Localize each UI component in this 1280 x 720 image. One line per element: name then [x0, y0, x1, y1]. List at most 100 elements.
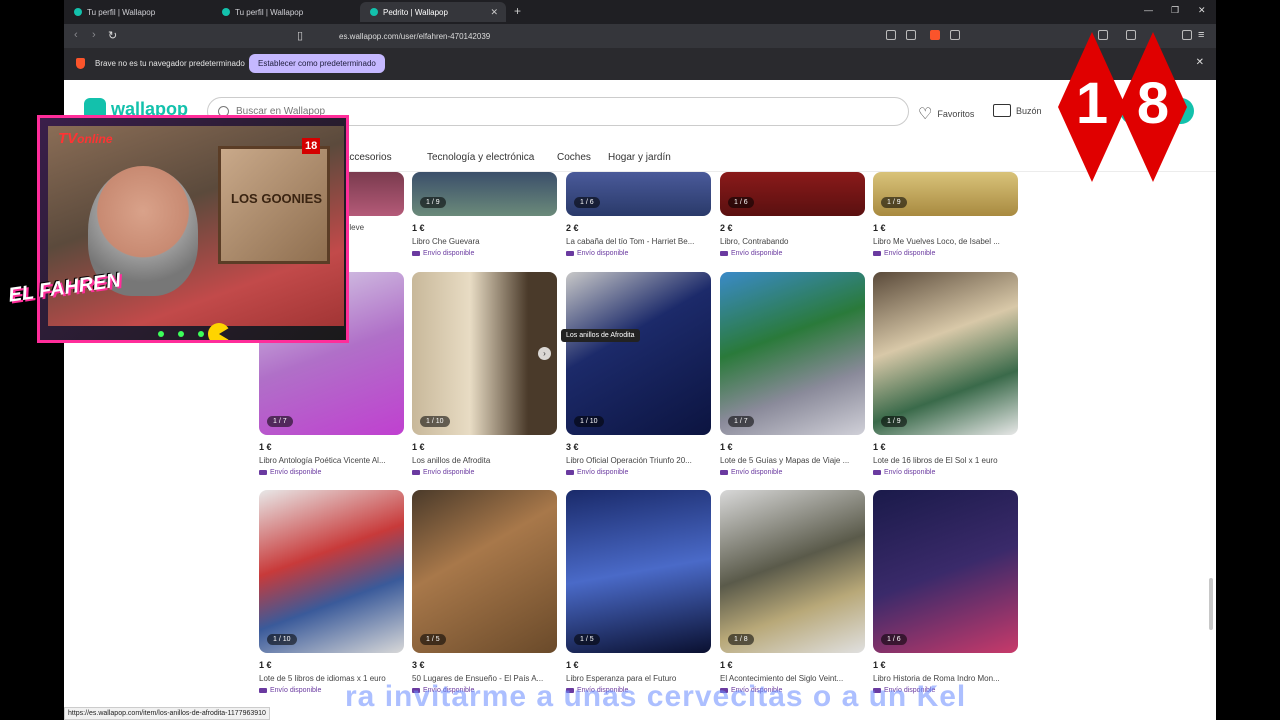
scrollbar[interactable]: [1207, 172, 1213, 712]
product-image[interactable]: 1 / 9: [873, 272, 1018, 435]
status-bar-url: https://es.wallapop.com/item/los-anillos…: [64, 707, 270, 720]
truck-icon: [412, 251, 420, 256]
product-title: La cabaña del tío Tom - Harriet Be...: [566, 237, 695, 246]
product-image[interactable]: 1 / 9: [873, 172, 1018, 216]
product-card[interactable]: 1 / 6 2 € La cabaña del tío Tom - Harrie…: [566, 172, 711, 257]
product-image[interactable]: 1 / 5: [566, 490, 711, 653]
close-tab-icon[interactable]: ✕: [490, 7, 498, 18]
product-image[interactable]: 1 / 6: [873, 490, 1018, 653]
product-title: Libro Oficial Operación Triunfo 20...: [566, 456, 692, 465]
shipping-badge: Envío disponible: [566, 469, 711, 476]
product-image[interactable]: 1 / 6: [566, 172, 711, 216]
image-tooltip: Los anillos de Afrodita: [561, 329, 640, 342]
wall-poster: LOS GOONIES: [218, 146, 330, 264]
truck-icon: [720, 251, 728, 256]
product-price: 1 €: [720, 442, 733, 452]
product-image[interactable]: 1 / 8: [720, 490, 865, 653]
product-card[interactable]: 1 / 8 1 € El Acontecimiento del Siglo Ve…: [720, 490, 865, 694]
url-field[interactable]: es.wallapop.com/user/elfahren-470142039: [315, 28, 875, 44]
wallapop-favicon-icon: [222, 8, 230, 16]
shipping-badge: Envío disponible: [873, 469, 1018, 476]
product-card[interactable]: 1 / 6 2 € Libro, Contrabando Envío dispo…: [720, 172, 865, 257]
product-image[interactable]: 1 / 6: [720, 172, 865, 216]
product-price: 1 €: [720, 660, 733, 670]
scrollbar-thumb[interactable]: [1209, 578, 1213, 630]
forward-icon[interactable]: ›: [92, 29, 96, 41]
product-price: 1 €: [873, 223, 886, 233]
shipping-badge: Envío disponible: [412, 250, 557, 257]
wallapop-favicon-icon: [370, 8, 378, 16]
maximize-icon[interactable]: ❐: [1171, 5, 1179, 16]
product-card[interactable]: 1 / 9 1 € Libro Che Guevara Envío dispon…: [412, 172, 557, 257]
tab-bar: Tu perfil | Wallapop Tu perfil | Wallapo…: [64, 0, 1216, 24]
product-card[interactable]: 1 / 10 1 € Lote de 5 libros de idiomas x…: [259, 490, 404, 694]
reload-icon[interactable]: ↻: [108, 29, 117, 42]
webcam-feed: LOS GOONIES: [48, 126, 344, 326]
product-card[interactable]: 1 / 9 1 € Libro Me Vuelves Loco, de Isab…: [873, 172, 1018, 257]
product-image[interactable]: 1 / 7: [720, 272, 865, 435]
product-price: 1 €: [566, 660, 579, 670]
category-technology[interactable]: Tecnología y electrónica: [427, 152, 534, 163]
product-price: 1 €: [412, 223, 425, 233]
badge-diamond: 1: [1058, 32, 1126, 182]
product-card[interactable]: 1 / 7 1 € Lote de 5 Guías y Mapas de Via…: [720, 272, 865, 476]
tab-profile-2[interactable]: Tu perfil | Wallapop: [212, 2, 358, 22]
product-image[interactable]: 1 / 10: [412, 272, 557, 435]
product-price: 1 €: [873, 442, 886, 452]
favorites-link[interactable]: ♡ Favoritos: [918, 104, 974, 124]
product-title: Lote de 5 Guías y Mapas de Viaje ...: [720, 456, 850, 465]
product-title: Libro Antología Poética Vicente Al...: [259, 456, 386, 465]
category-home-garden[interactable]: Hogar y jardín: [608, 152, 671, 163]
product-price: 2 €: [566, 223, 579, 233]
product-title: Libro Me Vuelves Loco, de Isabel ...: [873, 237, 1000, 246]
product-title: Libro, Contrabando: [720, 237, 789, 246]
product-title: Libro Che Guevara: [412, 237, 480, 246]
heart-icon: ♡: [918, 106, 933, 123]
back-icon[interactable]: ‹: [74, 29, 78, 41]
menu-icon[interactable]: ≡: [1198, 29, 1204, 41]
share-icon[interactable]: [906, 30, 916, 40]
product-image[interactable]: 1 / 9: [412, 172, 557, 216]
tab-pedrito[interactable]: Pedrito | Wallapop ✕: [360, 2, 506, 22]
rewards-icon[interactable]: [950, 30, 960, 40]
next-image-icon[interactable]: ›: [538, 347, 551, 360]
shipping-badge: Envío disponible: [566, 250, 711, 257]
truck-icon: [873, 251, 881, 256]
product-price: 1 €: [259, 660, 272, 670]
set-default-button[interactable]: Establecer como predeterminado: [249, 54, 385, 73]
product-card[interactable]: 1 / 10 1 € Los anillos de Afrodita Envío…: [412, 272, 557, 476]
wallet-icon[interactable]: [1182, 30, 1192, 40]
mail-icon: [993, 104, 1011, 117]
pac-dot: [178, 331, 184, 337]
pacman-icon: [208, 323, 230, 340]
product-price: 3 €: [566, 442, 579, 452]
tab-profile-1[interactable]: Tu perfil | Wallapop: [64, 2, 210, 22]
product-image[interactable]: 1 / 10: [566, 272, 711, 435]
new-tab-icon[interactable]: +: [514, 4, 521, 18]
minimize-icon[interactable]: —: [1144, 5, 1153, 15]
product-card[interactable]: 1 / 5 3 € 50 Lugares de Ensueño - El Paí…: [412, 490, 557, 694]
bookmark-icon[interactable]: ▯: [297, 29, 303, 42]
product-card[interactable]: 1 / 10 3 € Libro Oficial Operación Triun…: [566, 272, 711, 476]
product-price: 2 €: [720, 223, 733, 233]
webcam-overlay: LOS GOONIES TVonline 18: [37, 115, 349, 343]
wallapop-favicon-icon: [74, 8, 82, 16]
brave-shields-icon[interactable]: [930, 30, 940, 40]
product-image[interactable]: 1 / 5: [412, 490, 557, 653]
product-card[interactable]: 1 / 9 1 € Lote de 16 libros de El Sol x …: [873, 272, 1018, 476]
close-infobar-icon[interactable]: ✕: [1196, 57, 1204, 68]
product-image[interactable]: 1 / 10: [259, 490, 404, 653]
product-price: 1 €: [873, 660, 886, 670]
product-price: 3 €: [412, 660, 425, 670]
infobar-message: Brave no es tu navegador predeterminado: [95, 59, 245, 68]
shipping-badge: Envío disponible: [873, 250, 1018, 257]
category-cars[interactable]: Coches: [557, 152, 591, 163]
mini-age-badge: 18: [302, 138, 321, 154]
product-card[interactable]: 1 / 5 1 € Libro Esperanza para el Futuro…: [566, 490, 711, 694]
close-window-icon[interactable]: ✕: [1198, 5, 1206, 16]
truck-icon: [873, 470, 881, 475]
cast-icon[interactable]: [886, 30, 896, 40]
scrolling-caption: ra invitarme a unas cervecitas o a un Ke…: [345, 680, 967, 713]
product-title: Lote de 16 libros de El Sol x 1 euro: [873, 456, 998, 465]
product-card[interactable]: 1 / 6 1 € Libro Historia de Roma Indro M…: [873, 490, 1018, 694]
